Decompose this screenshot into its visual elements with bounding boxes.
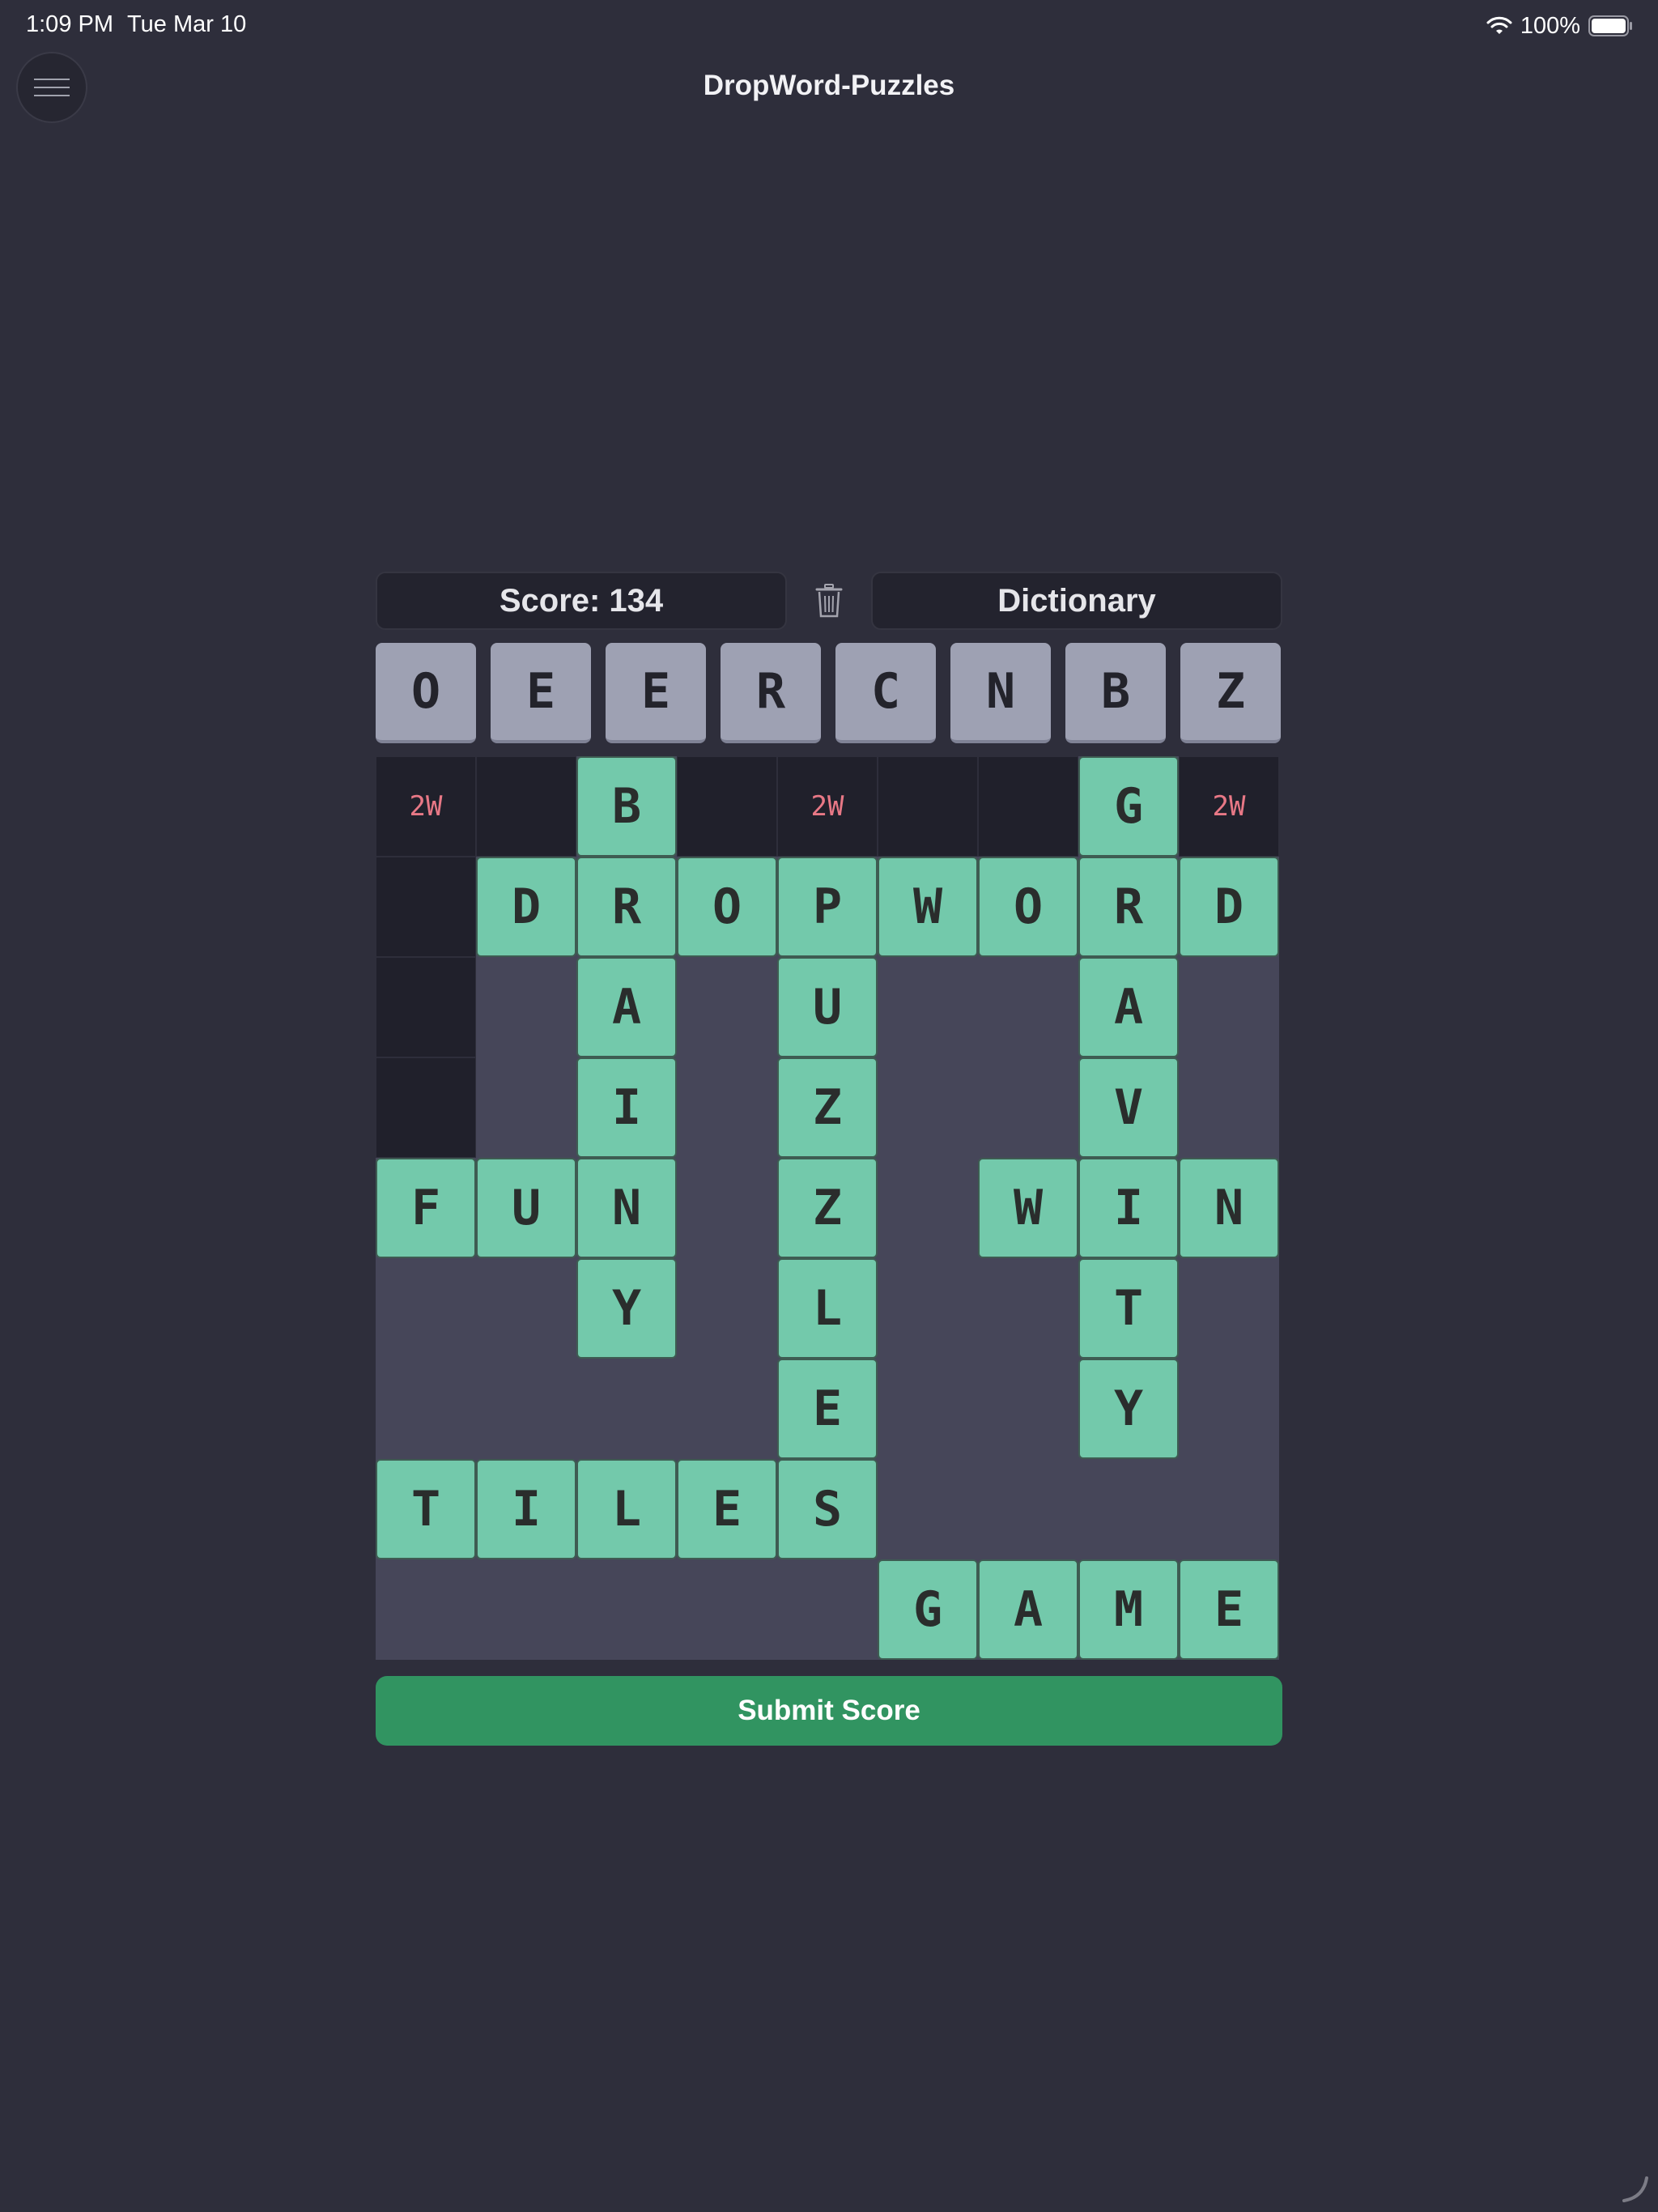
- board-tile[interactable]: R: [576, 857, 677, 957]
- board-tile[interactable]: E: [677, 1459, 777, 1559]
- board-tile[interactable]: W: [878, 857, 978, 957]
- rack-tile[interactable]: N: [950, 643, 1051, 743]
- trash-icon: [815, 584, 843, 618]
- submit-score-button[interactable]: Submit Score: [376, 1676, 1282, 1746]
- board-tile[interactable]: D: [476, 857, 576, 957]
- bonus-label: 2W: [409, 790, 443, 823]
- empty-cell[interactable]: [677, 756, 777, 857]
- bonus-cell[interactable]: 2W: [376, 756, 476, 857]
- board-tile[interactable]: Y: [1078, 1359, 1179, 1459]
- rack-tile[interactable]: O: [376, 643, 476, 743]
- score-display: Score: 134: [376, 572, 787, 630]
- empty-cell[interactable]: [878, 756, 978, 857]
- game-board: 2W B 2W G 2W D R O P W O R D A U A I Z V F U N Z W I N Y L T E Y T I L E S G…: [376, 756, 1279, 1660]
- status-bar: 1:09 PM Tue Mar 10 100%: [0, 0, 1658, 52]
- board-tile[interactable]: N: [1179, 1158, 1279, 1258]
- bonus-label: 2W: [810, 790, 844, 823]
- board-tile[interactable]: Z: [777, 1158, 878, 1258]
- empty-cell[interactable]: [376, 1057, 476, 1158]
- empty-cell[interactable]: [376, 957, 476, 1057]
- board-tile[interactable]: A: [576, 957, 677, 1057]
- board-tile[interactable]: B: [576, 756, 677, 857]
- board-tile[interactable]: I: [476, 1459, 576, 1559]
- status-indicators: 100%: [1486, 11, 1634, 40]
- board-tile[interactable]: L: [576, 1459, 677, 1559]
- status-time: 1:09 PM: [26, 11, 113, 37]
- board-tile[interactable]: I: [1078, 1158, 1179, 1258]
- empty-cell[interactable]: [476, 756, 576, 857]
- game-area: Score: 134 Dictionary OEERCNBZ 2W B 2W G 2W D…: [376, 572, 1282, 1746]
- letter-rack: OEERCNBZ: [376, 643, 1282, 743]
- board-tile[interactable]: G: [878, 1559, 978, 1660]
- rack-tile[interactable]: E: [491, 643, 591, 743]
- status-date: Tue Mar 10: [127, 11, 247, 37]
- rack-tile[interactable]: E: [606, 643, 706, 743]
- battery-percentage: 100%: [1520, 12, 1580, 39]
- rack-tile[interactable]: R: [721, 643, 821, 743]
- board-tile[interactable]: E: [777, 1359, 878, 1459]
- board-tile[interactable]: G: [1078, 756, 1179, 857]
- board-tile[interactable]: T: [376, 1459, 476, 1559]
- board-tile[interactable]: D: [1179, 857, 1279, 957]
- empty-cell[interactable]: [376, 857, 476, 957]
- board-tile[interactable]: Y: [576, 1258, 677, 1359]
- wifi-icon: [1486, 16, 1512, 34]
- board-tile[interactable]: P: [777, 857, 878, 957]
- board-tile[interactable]: U: [777, 957, 878, 1057]
- game-toolbar: Score: 134 Dictionary: [376, 572, 1282, 632]
- board-tile[interactable]: W: [978, 1158, 1078, 1258]
- trash-button[interactable]: [810, 578, 848, 623]
- board-tile[interactable]: A: [1078, 957, 1179, 1057]
- board-tile[interactable]: R: [1078, 857, 1179, 957]
- battery-icon: [1588, 15, 1632, 36]
- board-tile[interactable]: T: [1078, 1258, 1179, 1359]
- bonus-cell[interactable]: 2W: [777, 756, 878, 857]
- dictionary-button[interactable]: Dictionary: [871, 572, 1282, 630]
- board-tile[interactable]: E: [1179, 1559, 1279, 1660]
- board-tile[interactable]: M: [1078, 1559, 1179, 1660]
- board-tile[interactable]: O: [978, 857, 1078, 957]
- empty-cell[interactable]: [978, 756, 1078, 857]
- board-tile[interactable]: I: [576, 1057, 677, 1158]
- board-tile[interactable]: U: [476, 1158, 576, 1258]
- rack-tile[interactable]: Z: [1180, 643, 1281, 743]
- resize-handle-icon: [1622, 2176, 1648, 2202]
- board-tile[interactable]: V: [1078, 1057, 1179, 1158]
- app-title: DropWord-Puzzles: [703, 70, 955, 101]
- rack-tile[interactable]: B: [1065, 643, 1166, 743]
- board-tile[interactable]: A: [978, 1559, 1078, 1660]
- board-tile[interactable]: Z: [777, 1057, 878, 1158]
- bonus-label: 2W: [1212, 790, 1246, 823]
- rack-tile[interactable]: C: [835, 643, 936, 743]
- board-tile[interactable]: F: [376, 1158, 476, 1258]
- board-tile[interactable]: L: [777, 1258, 878, 1359]
- board-tile[interactable]: O: [677, 857, 777, 957]
- bonus-cell[interactable]: 2W: [1179, 756, 1279, 857]
- board-tile[interactable]: S: [777, 1459, 878, 1559]
- board-tile[interactable]: N: [576, 1158, 677, 1258]
